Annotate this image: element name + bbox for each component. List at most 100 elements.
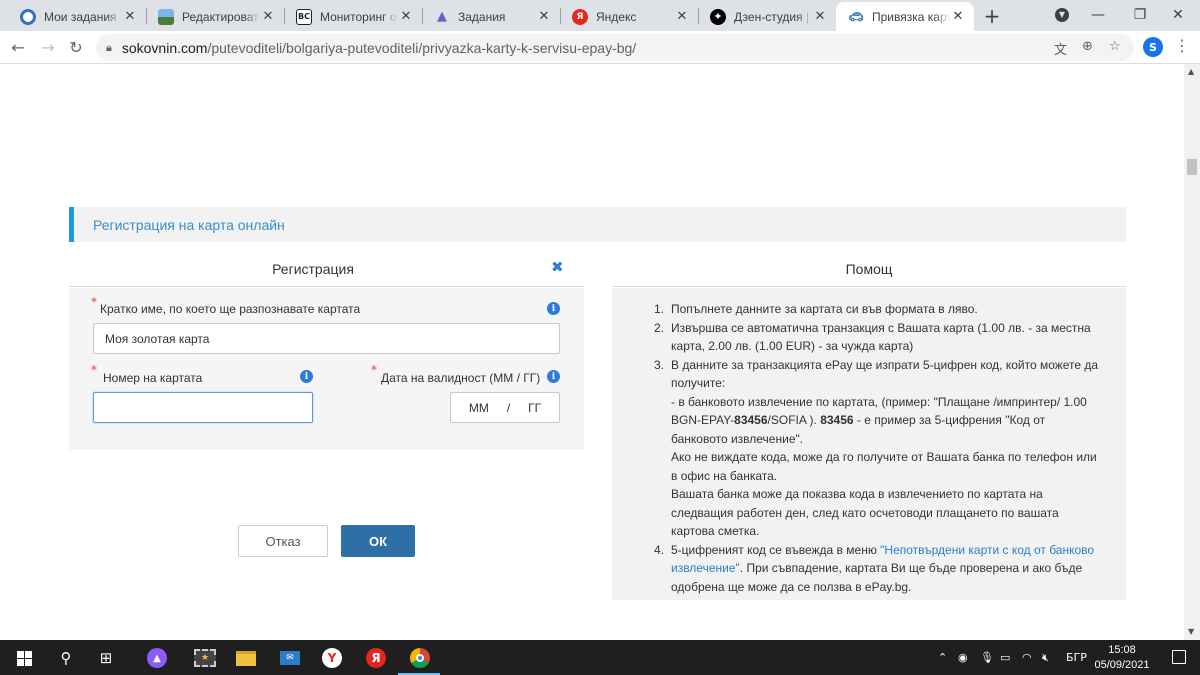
arrow-right-icon: → (41, 37, 55, 57)
close-icon[interactable]: ✕ (950, 9, 966, 25)
star-icon[interactable]: ☆ (1109, 39, 1121, 54)
required-mark: * (371, 363, 377, 377)
tab-yandex[interactable]: Я Яндекс ✕ (560, 2, 698, 31)
alice-icon[interactable]: ▲ (145, 646, 169, 670)
chevron-up-icon[interactable]: ⌃ (938, 651, 947, 664)
tab-title: Яндекс (596, 9, 637, 24)
scroll-down-icon[interactable]: ▼ (1188, 627, 1194, 636)
help-header: Помощ (612, 254, 1126, 287)
new-tab-button[interactable]: + (980, 4, 1004, 28)
close-icon[interactable]: ✕ (536, 9, 552, 25)
close-icon[interactable]: ✕ (674, 9, 690, 25)
yandex-browser-icon[interactable]: Y (320, 646, 344, 670)
thumbs-up-icon: ▲ (437, 9, 447, 24)
minimize-button[interactable]: — (1076, 0, 1120, 30)
scroll-up-icon[interactable]: ▲ (1188, 67, 1194, 76)
tab-my-tasks[interactable]: Мои задания ✕ (8, 2, 146, 31)
tab-title: Мои задания (44, 9, 117, 24)
list-item: 3. В данните за транзакцията ePay ще изп… (654, 356, 1104, 541)
ok-button[interactable]: ОК (341, 525, 415, 557)
close-icon[interactable]: ✖ (551, 258, 564, 276)
list-item: 4. 5-цифреният код се въвежда в меню "Не… (654, 541, 1104, 597)
reload-icon: ↻ (69, 37, 83, 57)
expiry-label: Дата на валидност (ММ / ГГ) (381, 371, 541, 385)
close-icon[interactable]: ✕ (122, 9, 138, 25)
section-title: Регистрация на карта онлайн (93, 217, 285, 233)
notification-icon[interactable] (1172, 650, 1186, 664)
card-number-label: Номер на картата (103, 371, 203, 385)
reload-button[interactable]: ↻ (64, 35, 88, 59)
close-icon[interactable]: ✕ (260, 9, 276, 25)
menu-icon[interactable]: ⋮ (1174, 36, 1190, 55)
zoom-icon[interactable]: ⊕ (1082, 39, 1093, 54)
expiry-month[interactable]: ММ (469, 401, 489, 415)
task-view-icon[interactable]: ⊞ (94, 646, 118, 670)
help-list: 1. Попълнете данните за картата си във ф… (654, 300, 1104, 596)
system-clock[interactable]: 15:08 05/09/2021 (1094, 643, 1150, 673)
arrow-left-icon: ← (11, 37, 25, 57)
url-host: sokovnin.com (121, 39, 208, 56)
language-indicator[interactable]: БГР (1066, 651, 1087, 664)
code-example: 83456 (820, 413, 854, 427)
close-icon[interactable]: ✕ (398, 9, 414, 25)
list-item: 2. Извършва се автоматична транзакция с … (654, 319, 1104, 356)
page-content: Регистрация на карта онлайн Регистрация … (0, 64, 1184, 640)
zen-icon: ✦ (710, 8, 726, 25)
tab-title: Привязка карты (872, 9, 950, 24)
webcam-icon[interactable]: ◉ (958, 651, 968, 664)
search-icon[interactable]: ⚲ (54, 646, 78, 670)
volume-muted-icon[interactable]: 🔇︎ (1042, 651, 1049, 665)
registration-header: Регистрация ✖ (69, 254, 584, 287)
tab-edit[interactable]: Редактировать з ✕ (146, 2, 284, 31)
item-number: 4. (654, 542, 665, 557)
film-icon[interactable]: ★ (193, 646, 217, 670)
cancel-button[interactable]: Отказ (238, 525, 328, 557)
tab-monitoring[interactable]: BC Мониторинг обь ✕ (284, 2, 422, 31)
tab-tasks[interactable]: ▲ Задания ✕ (422, 2, 560, 31)
battery-icon[interactable]: ▭ (1000, 651, 1010, 664)
expiry-year[interactable]: ГГ (528, 401, 541, 415)
chrome-icon[interactable] (408, 646, 432, 670)
yandex-icon[interactable]: Я (364, 646, 388, 670)
windows-start-icon[interactable] (12, 646, 36, 670)
url-text: sokovnin.com/putevoditeli/bolgariya-pute… (122, 40, 636, 56)
registration-form: * Кратко име, по което ще разпознавате к… (69, 288, 584, 450)
car-icon: 🚗︎ (848, 9, 864, 24)
info-icon[interactable]: i (547, 370, 560, 383)
close-icon[interactable]: ✕ (812, 9, 828, 25)
clock-date: 05/09/2021 (1094, 659, 1150, 671)
info-icon[interactable]: i (547, 302, 560, 315)
tab-title: Дзен-студия | Пр (734, 9, 812, 24)
landscape-icon (158, 8, 174, 25)
required-mark: * (91, 295, 97, 309)
file-explorer-icon[interactable] (234, 646, 258, 670)
short-name-label: Кратко име, по което ще разпознавате кар… (100, 302, 361, 316)
translate-icon[interactable]: 文 (1054, 39, 1067, 58)
close-window-button[interactable]: ✕ (1156, 0, 1200, 30)
expiry-separator: / (506, 400, 511, 415)
close-icon: ✕ (1172, 7, 1184, 23)
info-icon[interactable]: i (300, 370, 313, 383)
registration-title: Регистрация (272, 261, 354, 277)
mail-icon[interactable]: ✉ (278, 646, 302, 670)
help-text: Вашата банка може да показва кода в извл… (671, 487, 1059, 538)
address-bar[interactable]: 🔒︎ sokovnin.com/putevoditeli/bolgariya-p… (96, 34, 1134, 61)
wifi-icon[interactable]: ◠ (1022, 651, 1032, 664)
expiry-input[interactable]: ММ / ГГ (450, 392, 560, 423)
target-icon (20, 8, 36, 25)
microphone-icon[interactable]: 🎙︎ (980, 651, 994, 664)
back-button[interactable]: ← (6, 35, 30, 59)
help-text: Попълнете данните за картата си във форм… (671, 302, 978, 316)
page-scrollbar[interactable]: ▲ ▼ (1184, 64, 1200, 640)
short-name-input[interactable] (93, 323, 560, 354)
tab-title: Редактировать з (182, 9, 260, 24)
restore-icon: ❐ (1133, 7, 1147, 23)
tab-card-binding[interactable]: 🚗︎ Привязка карты ✕ (836, 2, 974, 31)
help-text: Извършва се автоматична транзакция с Ваш… (671, 320, 1091, 354)
card-number-input[interactable] (93, 392, 313, 423)
forward-button[interactable]: → (36, 35, 60, 59)
profile-avatar[interactable]: S (1143, 37, 1163, 57)
scrollbar-thumb[interactable] (1187, 159, 1197, 175)
minimize-icon: — (1091, 7, 1105, 23)
tab-zen[interactable]: ✦ Дзен-студия | Пр ✕ (698, 2, 836, 31)
